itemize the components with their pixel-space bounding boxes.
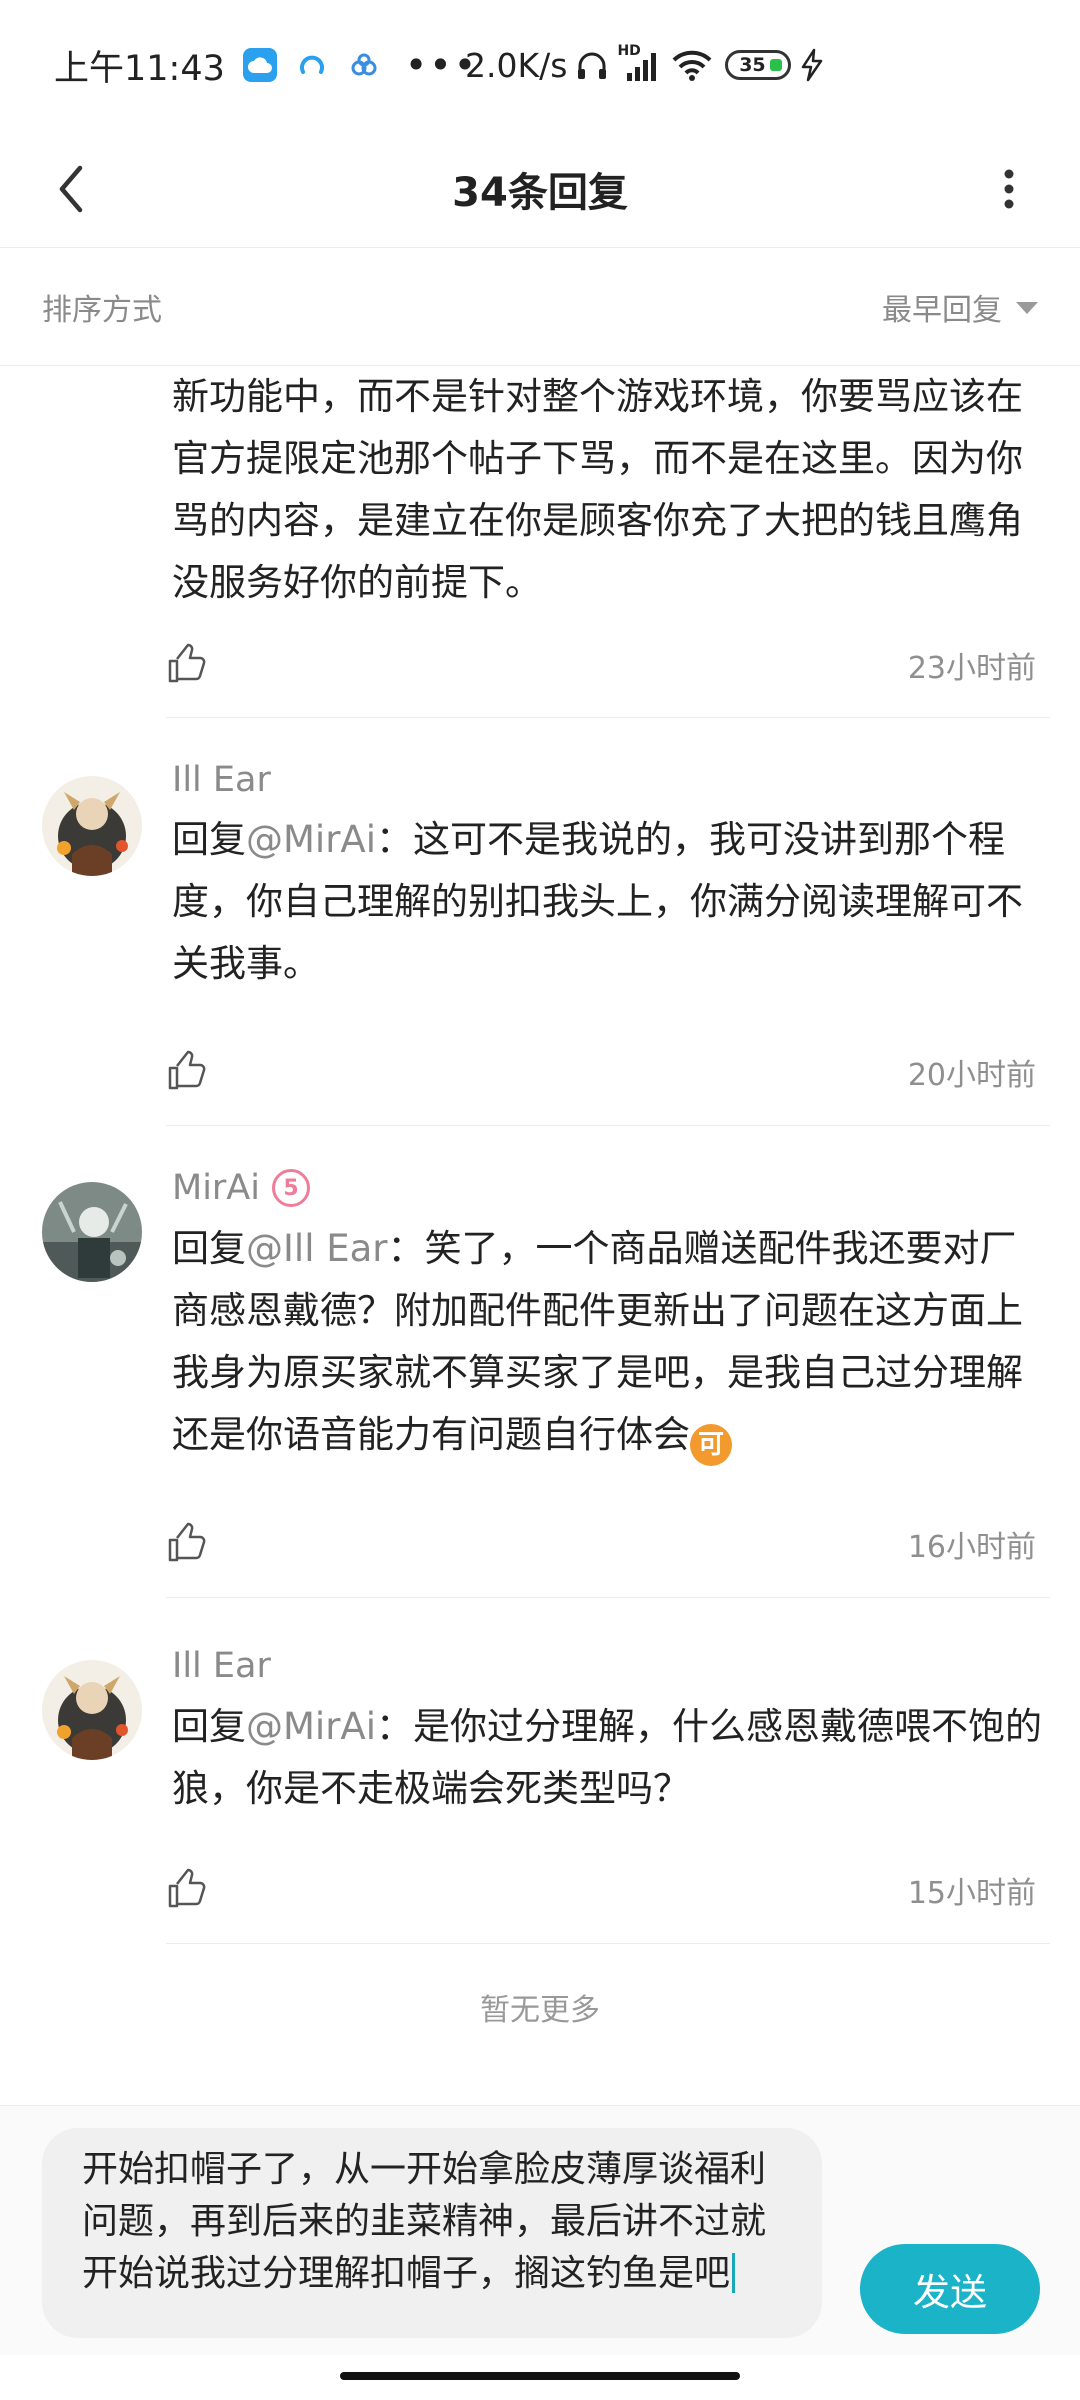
reply-prefix: 回复 bbox=[172, 1705, 246, 1748]
username[interactable]: Ill Ear bbox=[172, 760, 271, 800]
comment-divider bbox=[166, 1597, 1050, 1598]
comment-meta-row: 20小时前 bbox=[0, 1040, 1080, 1100]
emoji-icon: 可 bbox=[690, 1424, 732, 1466]
sort-bar: 排序方式 最早回复 bbox=[0, 248, 1080, 366]
level-badge: 5 bbox=[271, 1169, 310, 1207]
swirl-app-icon bbox=[347, 48, 381, 82]
comment-meta-row: 15小时前 bbox=[0, 1858, 1080, 1918]
comment-meta-row: 23小时前 bbox=[0, 633, 1080, 693]
comment-divider bbox=[166, 1943, 1050, 1944]
thumbs-up-icon[interactable] bbox=[166, 1522, 208, 1564]
comment-time: 15小时前 bbox=[907, 1876, 1036, 1911]
reply-input-text: 开始扣帽子了，从一开始拿脸皮薄厚谈福利问题，再到后来的韭菜精神，最后讲不过就开始… bbox=[82, 2149, 767, 2294]
comment-divider bbox=[166, 717, 1050, 718]
vertical-dots-icon bbox=[1004, 169, 1014, 209]
status-time: 上午11:43 bbox=[54, 48, 225, 89]
comment-time: 23小时前 bbox=[907, 651, 1036, 686]
status-right: 2.0K/s HD 35 bbox=[465, 0, 825, 130]
reply-input[interactable]: 开始扣帽子了，从一开始拿脸皮薄厚谈福利问题，再到后来的韭菜精神，最后讲不过就开始… bbox=[42, 2128, 822, 2338]
wifi-icon bbox=[673, 50, 712, 81]
home-indicator[interactable] bbox=[340, 2372, 740, 2380]
battery-icon: 35 bbox=[725, 50, 792, 80]
reply-prefix: 回复 bbox=[172, 1227, 246, 1270]
text-caret bbox=[732, 2253, 736, 2293]
avatar[interactable] bbox=[42, 776, 142, 876]
mention-link[interactable]: @Ill Ear bbox=[246, 1227, 388, 1270]
comment-text: 新功能中，而不是针对整个游戏环境，你要骂应该在官方提限定池那个帖子下骂，而不是在… bbox=[172, 375, 1023, 604]
sort-value: 最早回复 bbox=[882, 292, 1002, 328]
comment-meta-row: 16小时前 bbox=[0, 1512, 1080, 1572]
comment-time: 16小时前 bbox=[907, 1530, 1036, 1565]
battery-level: 35 bbox=[739, 54, 766, 76]
more-options-button[interactable] bbox=[974, 154, 1044, 224]
thumbs-up-icon[interactable] bbox=[166, 643, 208, 685]
mention-link[interactable]: @MirAi bbox=[246, 818, 376, 861]
username-text: MirAi bbox=[172, 1168, 260, 1208]
dropdown-triangle-icon bbox=[1016, 301, 1038, 314]
page-title: 34条回复 bbox=[452, 170, 628, 216]
sort-dropdown[interactable]: 最早回复 bbox=[882, 285, 1038, 329]
mention-link[interactable]: @MirAi bbox=[246, 1705, 376, 1748]
reply-composer: 开始扣帽子了，从一开始拿脸皮薄厚谈福利问题，再到后来的韭菜精神，最后讲不过就开始… bbox=[0, 2105, 1080, 2355]
cloud-app-icon bbox=[242, 48, 277, 82]
username[interactable]: MirAi 5 bbox=[172, 1168, 310, 1208]
charging-icon bbox=[802, 48, 823, 82]
no-more-label: 暂无更多 bbox=[480, 1993, 600, 2028]
reply-prefix: 回复 bbox=[172, 818, 246, 861]
comment-body: 回复@MirAi：是你过分理解，什么感恩戴德喂不饱的狼，你是不走极端会死类型吗？ bbox=[172, 1696, 1042, 1820]
avatar[interactable] bbox=[42, 1660, 142, 1760]
username[interactable]: Ill Ear bbox=[172, 1646, 271, 1686]
comment-divider bbox=[166, 1125, 1050, 1126]
thumbs-up-icon[interactable] bbox=[166, 1050, 208, 1092]
thumbs-up-icon[interactable] bbox=[166, 1868, 208, 1910]
avatar[interactable] bbox=[42, 1182, 142, 1282]
net-speed: 2.0K/s bbox=[465, 45, 568, 85]
comment-time: 20小时前 bbox=[907, 1058, 1036, 1093]
username-text: Ill Ear bbox=[172, 1646, 271, 1686]
username-text: Ill Ear bbox=[172, 760, 271, 800]
headphone-icon bbox=[578, 52, 607, 79]
comment-body: 回复@MirAi：这可不是我说的，我可没讲到那个程度，你自己理解的别扣我头上，你… bbox=[172, 809, 1042, 995]
sort-label: 排序方式 bbox=[42, 292, 162, 328]
send-button[interactable]: 发送 bbox=[860, 2244, 1040, 2334]
cell-signal-icon: HD bbox=[617, 43, 663, 85]
ring-app-icon bbox=[295, 48, 329, 82]
notification-icons bbox=[242, 48, 381, 82]
header: 34条回复 bbox=[0, 130, 1080, 248]
comment-body: 回复@Ill Ear：笑了，一个商品赠送配件我还要对厂商感恩戴德？附加配件配件更… bbox=[172, 1218, 1042, 1466]
